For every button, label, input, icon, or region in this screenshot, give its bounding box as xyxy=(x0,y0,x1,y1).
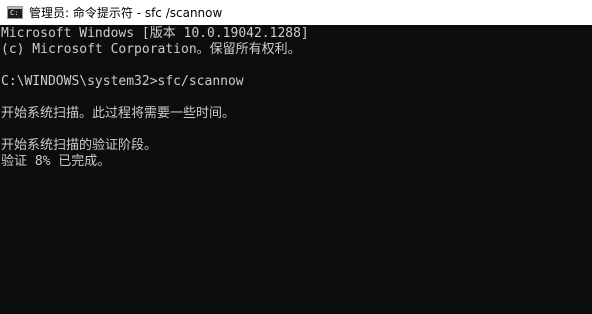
console-line-version: Microsoft Windows [版本 10.0.19042.1288] xyxy=(1,26,309,41)
console-line-verification-start: 开始系统扫描的验证阶段。 xyxy=(1,138,158,153)
console-output[interactable]: Microsoft Windows [版本 10.0.19042.1288] (… xyxy=(0,26,592,314)
console-line-progress: 验证 8% 已完成。 xyxy=(1,154,111,169)
console-line-scan-start: 开始系统扫描。此过程将需要一些时间。 xyxy=(1,106,236,121)
console-line-copyright: (c) Microsoft Corporation。保留所有权利。 xyxy=(1,42,301,57)
window-title: 管理员: 命令提示符 - sfc /scannow xyxy=(29,6,223,20)
command-prompt-window: C: 管理员: 命令提示符 - sfc /scannow Microsoft W… xyxy=(0,0,592,314)
cmd-icon: C: xyxy=(7,6,23,19)
title-bar[interactable]: C: 管理员: 命令提示符 - sfc /scannow xyxy=(0,0,592,25)
console-line-command: C:\WINDOWS\system32>sfc/scannow xyxy=(1,74,244,89)
